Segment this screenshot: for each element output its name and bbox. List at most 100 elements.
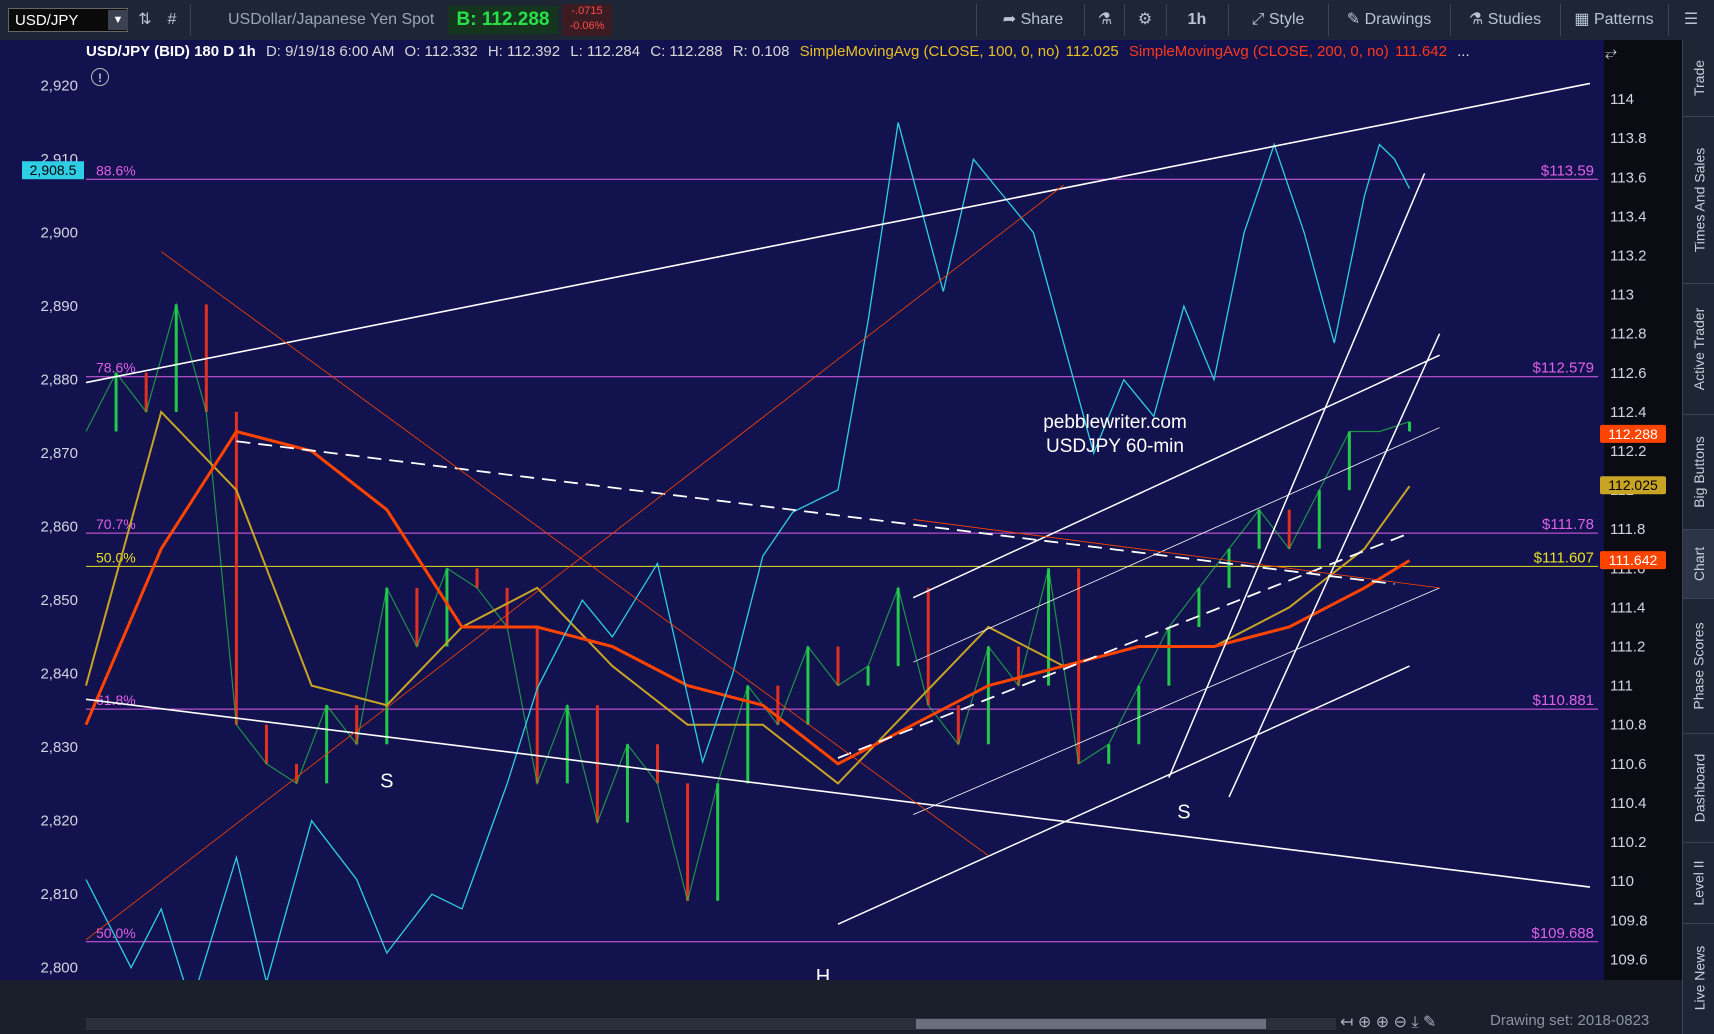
fib-level-percent: 50.0%: [96, 549, 136, 565]
price-tag-value: 111.642: [1609, 552, 1658, 568]
right-axis-tick-label: 110.8: [1610, 717, 1646, 734]
trendline: [912, 354, 1440, 599]
sidebar-tab-label: Dashboard: [1691, 753, 1707, 823]
price-tag-value: 112.288: [1608, 426, 1658, 442]
sidebar-tab-label: Big Buttons: [1691, 436, 1708, 508]
left-axis-tick-label: 2,880: [40, 372, 78, 389]
trendline: [85, 184, 1064, 941]
sma200-value: 111.642: [1394, 43, 1447, 60]
left-axis-tick-label: 2,810: [40, 886, 78, 903]
left-axis-current-value: 2,908.5: [30, 162, 77, 178]
left-axis-tick-label: 2,900: [40, 225, 78, 242]
sidebar-tab-chart[interactable]: Chart: [1683, 530, 1714, 599]
right-axis-tick-label: 109.6: [1610, 951, 1648, 968]
right-axis-tick-label: 111.4: [1610, 599, 1645, 616]
left-axis-tick-label: 2,820: [40, 813, 78, 830]
info-date: D: 9/19/18 6:00 AM: [265, 43, 395, 60]
chart-annotation: pebblewriter.com: [1043, 412, 1187, 433]
trendline: [837, 665, 1410, 925]
pattern-label: S: [1177, 802, 1190, 824]
right-axis-tick-label: 110.4: [1610, 795, 1646, 812]
fib-level-price: $109.688: [1531, 925, 1594, 942]
sidebar-tab-label: Level II: [1691, 860, 1708, 906]
price-chart[interactable]: 2,800 2,810 2,820 2,830 2,840 2,850 2,860 2,870…: [0, 0, 1682, 980]
left-axis-tick-label: 2,800: [40, 960, 78, 977]
right-axis-tick-label: 113.8: [1610, 130, 1646, 147]
price-series-line: [85, 302, 1410, 901]
sidebar-tab-times-and-sales[interactable]: Times And Sales: [1683, 117, 1714, 284]
right-axis-tick-label: 112.4: [1610, 404, 1646, 421]
pattern-label: H: [816, 966, 830, 980]
sidebar-tab-active-trader[interactable]: Active Trader: [1683, 284, 1714, 415]
trendline: [85, 698, 1591, 888]
fib-level-price: $110.881: [1533, 692, 1594, 709]
more-studies[interactable]: ...: [1457, 43, 1470, 60]
trendline: [85, 82, 1591, 384]
trendline: [913, 427, 1440, 663]
sidebar-tab-dashboard[interactable]: Dashboard: [1683, 734, 1714, 843]
info-open: O: 112.332: [404, 43, 478, 60]
chart-info-bar: USD/JPY (BID) 180 D 1h D: 9/19/18 6:00 A…: [86, 41, 1606, 63]
drawing-tool-icon[interactable]: ⤓: [1411, 1014, 1418, 1031]
time-scrollbar[interactable]: [86, 1018, 1336, 1030]
right-axis-tick-label: 114: [1610, 91, 1634, 108]
sma100-label[interactable]: SimpleMovingAvg (CLOSE, 100, 0, no): [800, 43, 1060, 60]
hamburger-icon: ☰: [1683, 11, 1699, 28]
zoom-controls: ↤ ⊕ ⊕ ⊖ ⤓ ✎: [1340, 1012, 1500, 1032]
chart-annotation: USDJPY 60-min: [1046, 436, 1184, 457]
sidebar-tab-label: Phase Scores: [1691, 622, 1708, 710]
fib-level-price: $112.579: [1533, 360, 1594, 377]
drawing-set-label[interactable]: Drawing set: 2018-0823: [1490, 1012, 1676, 1032]
right-axis-tick-label: 109.8: [1610, 912, 1648, 929]
right-axis-tick-label: 113.4: [1610, 208, 1646, 225]
price-tag-value: 112.025: [1608, 477, 1658, 493]
sidebar-tab-live-news[interactable]: Live News: [1683, 924, 1714, 1032]
sidebar-tab-trade[interactable]: Trade: [1683, 40, 1714, 117]
alert-icon[interactable]: !: [91, 68, 109, 86]
right-axis-tick-label: 113: [1610, 287, 1634, 304]
sma200-label[interactable]: SimpleMovingAvg (CLOSE, 200, 0, no): [1129, 43, 1389, 60]
right-sidebar: Trade Times And Sales Active Trader Big …: [1682, 40, 1714, 1034]
pencil-icon[interactable]: ✎: [1423, 1014, 1436, 1031]
right-axis-tick-label: 111.8: [1610, 521, 1645, 538]
info-close: C: 112.288: [650, 43, 723, 60]
right-axis-tick-label: 110.2: [1610, 834, 1646, 851]
trendline: [913, 587, 1440, 816]
right-axis-tick-label: 113.6: [1610, 169, 1646, 186]
right-axis-tick-label: 111.2: [1610, 639, 1645, 656]
right-axis-tick-label: 112.6: [1610, 365, 1646, 382]
sidebar-tab-level-ii[interactable]: Level II: [1683, 843, 1714, 924]
info-range: R: 0.108: [732, 43, 790, 60]
fib-level-percent: 61.8%: [96, 692, 136, 708]
pattern-label: S: [380, 770, 393, 792]
chart-title: USD/JPY (BID) 180 D 1h: [86, 43, 256, 60]
sidebar-tab-big-buttons[interactable]: Big Buttons: [1683, 415, 1714, 530]
right-axis-tick-label: 111: [1610, 678, 1633, 695]
fib-level-percent: 88.6%: [96, 162, 136, 178]
right-axis-tick-label: 113.2: [1610, 248, 1646, 265]
fib-level-price: $113.59: [1541, 162, 1594, 179]
zoom-in-icon[interactable]: ⊕: [1376, 1014, 1389, 1031]
info-low: L: 112.284: [570, 43, 641, 60]
right-axis-tick-label: 112.2: [1610, 443, 1646, 460]
trendline: [236, 440, 1395, 585]
pan-left-icon[interactable]: ↤: [1340, 1014, 1353, 1031]
scrollbar-thumb[interactable]: [916, 1019, 1266, 1029]
sidebar-tab-phase-scores[interactable]: Phase Scores: [1683, 599, 1714, 734]
right-axis-tick-label: 110: [1610, 873, 1634, 890]
expand-chart-button[interactable]: ⥂: [1598, 44, 1624, 64]
sma100-value: 112.025: [1065, 43, 1119, 60]
left-axis-tick-label: 2,830: [40, 739, 78, 756]
chart-footer: ↤ ⊕ ⊕ ⊖ ⤓ ✎ Drawing set: 2018-0823: [0, 980, 1682, 1034]
sidebar-tab-label: Chart: [1691, 546, 1708, 582]
fib-level-price: $111.607: [1534, 549, 1594, 566]
right-axis-tick-label: 110.6: [1610, 756, 1646, 773]
left-axis-tick-label: 2,840: [40, 666, 78, 683]
trendline: [913, 519, 1440, 589]
left-axis-tick-label: 2,850: [40, 592, 78, 609]
fib-level-price: $111.78: [1542, 516, 1594, 533]
sidebar-tab-label: Active Trader: [1691, 307, 1708, 391]
crosshair-icon[interactable]: ⊕: [1358, 1014, 1371, 1031]
zoom-out-icon[interactable]: ⊖: [1394, 1014, 1407, 1031]
trendline: [1168, 173, 1426, 778]
